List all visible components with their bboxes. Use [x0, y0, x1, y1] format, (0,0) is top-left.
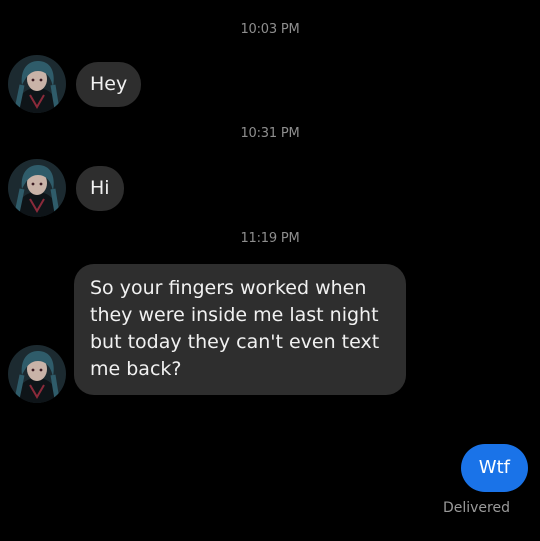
timestamp: 10:03 PM — [240, 22, 300, 37]
contact-avatar-icon[interactable] — [8, 55, 66, 113]
incoming-message-bubble[interactable]: So your fingers worked when they were in… — [74, 264, 406, 395]
incoming-message-bubble[interactable]: Hey — [76, 61, 142, 107]
contact-avatar-icon[interactable] — [8, 159, 66, 217]
timestamp: 10:31 PM — [240, 126, 300, 141]
message-row-incoming: Hey — [8, 55, 142, 113]
message-row-incoming: Hi — [8, 159, 124, 217]
contact-avatar-icon[interactable] — [8, 345, 66, 403]
delivery-status: Delivered — [442, 500, 510, 516]
incoming-message-bubble[interactable]: Hi — [76, 165, 124, 211]
message-row-incoming: So your fingers worked when they were in… — [8, 264, 406, 403]
chat-screen: 10:03 PM Hey 10:31 PM Hi 11:19 PM So you… — [0, 0, 540, 541]
timestamp: 11:19 PM — [240, 231, 300, 246]
outgoing-message-bubble[interactable]: Wtf — [460, 444, 528, 492]
